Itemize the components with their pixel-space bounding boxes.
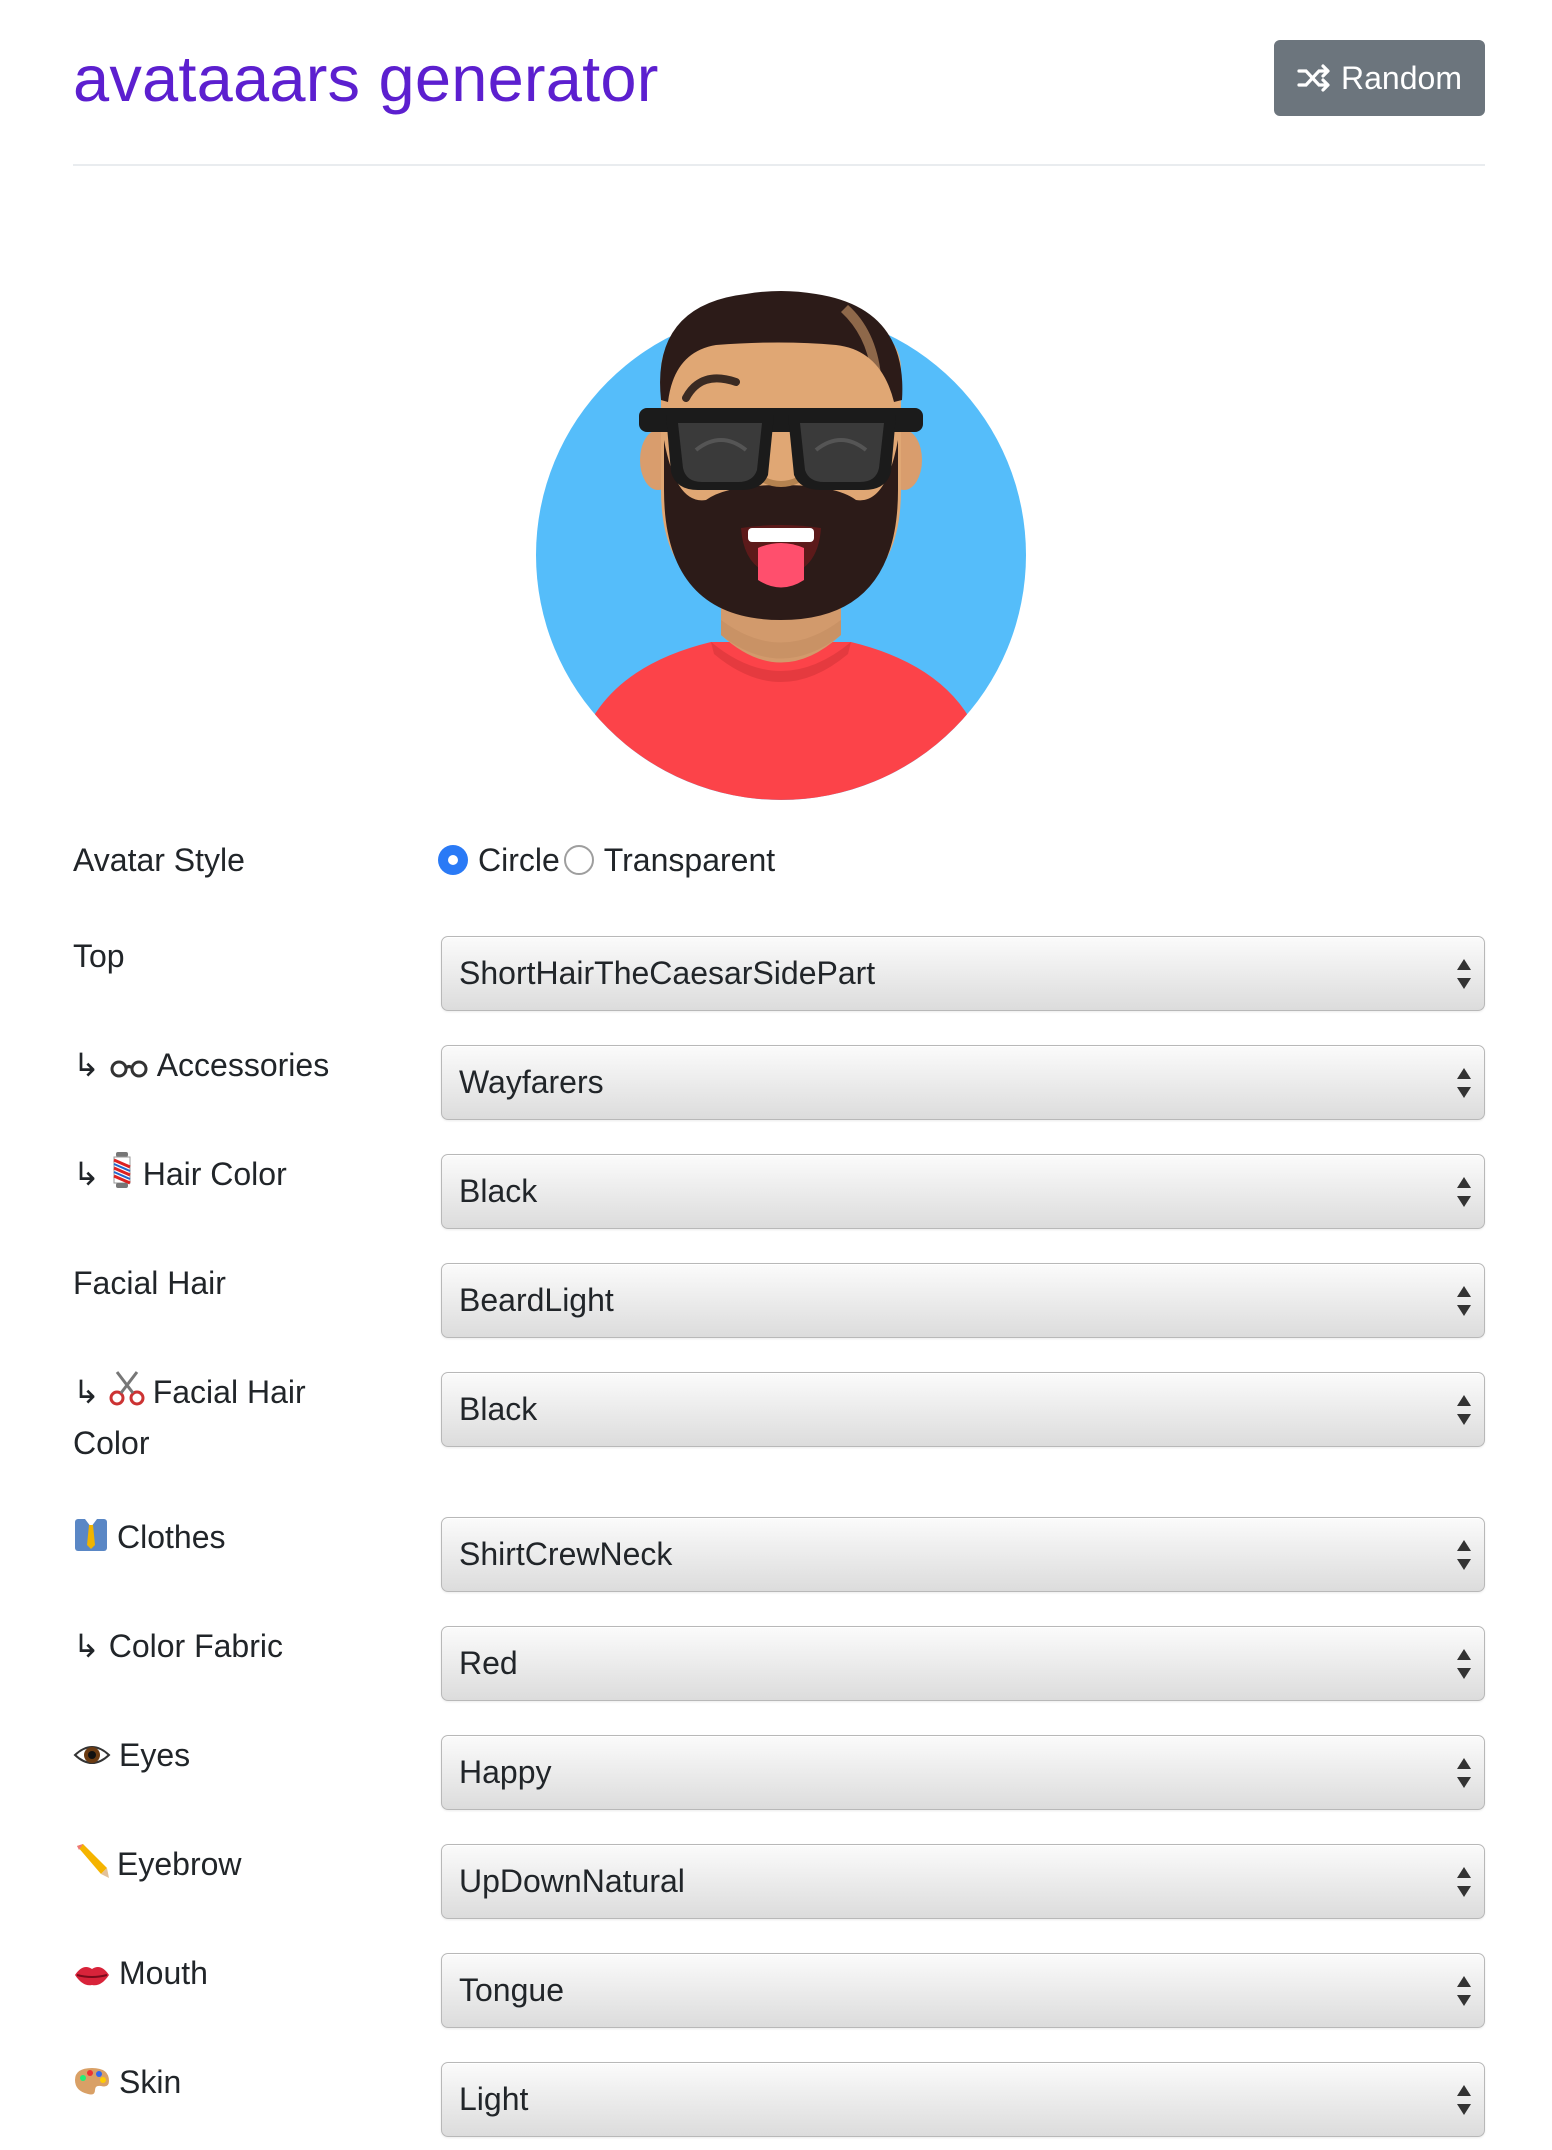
- facial-hair-select[interactable]: BeardLight: [441, 1263, 1485, 1338]
- select-arrows-icon: [1457, 1177, 1471, 1207]
- skin-label: Skin: [73, 2058, 393, 2109]
- scissors-icon: [109, 1370, 145, 1419]
- top-label: Top: [73, 938, 125, 974]
- shuffle-icon: [1297, 63, 1331, 93]
- clothes-select[interactable]: ShirtCrewNeck: [441, 1517, 1485, 1592]
- avatar-style-circle-radio[interactable]: Circle: [438, 842, 564, 879]
- avatar-tongue: [758, 543, 804, 588]
- sub-option-arrow: ↳: [73, 1628, 100, 1664]
- mouth-row: Mouth Tongue: [73, 1949, 1485, 2028]
- random-button[interactable]: Random: [1274, 40, 1485, 116]
- select-arrows-icon: [1457, 1068, 1471, 1098]
- top-select-value: ShortHairTheCaesarSidePart: [459, 955, 876, 991]
- necktie-icon: [73, 1515, 109, 1564]
- clothes-label: Clothes: [73, 1513, 393, 1564]
- select-arrows-icon: [1457, 959, 1471, 989]
- skin-select-value: Light: [459, 2081, 529, 2117]
- radio-unchecked-icon[interactable]: [563, 845, 594, 875]
- pencil-icon: [73, 1842, 109, 1891]
- hair-color-label: ↳ Hair Color: [73, 1150, 393, 1201]
- mouth-select-value: Tongue: [459, 1972, 564, 2008]
- page-header: avataaars generator Random: [73, 40, 1485, 166]
- top-select[interactable]: ShortHairTheCaesarSidePart: [441, 936, 1485, 1011]
- facial-hair-color-label: ↳ Facial Hair Color: [73, 1368, 373, 1467]
- facial-hair-select-value: BeardLight: [459, 1282, 614, 1318]
- skin-row: Skin Light: [73, 2058, 1485, 2137]
- clothes-row: Clothes ShirtCrewNeck: [73, 1513, 1485, 1592]
- accessories-row: ↳ Accessories Wayfarers: [73, 1041, 1485, 1120]
- eyebrow-row: Eyebrow UpDownNatural: [73, 1840, 1485, 1919]
- select-arrows-icon: [1457, 1867, 1471, 1897]
- clothes-label-text: Clothes: [117, 1519, 226, 1555]
- select-arrows-icon: [1457, 1758, 1471, 1788]
- lips-icon: [73, 1952, 111, 2000]
- facial-hair-color-row: ↳ Facial Hair Color Black: [73, 1368, 1485, 1468]
- color-fabric-label-text: Color Fabric: [108, 1628, 283, 1664]
- skin-label-text: Skin: [119, 2064, 182, 2100]
- select-arrows-icon: [1457, 1395, 1471, 1425]
- facial-hair-row: Facial Hair BeardLight: [73, 1259, 1485, 1338]
- select-arrows-icon: [1457, 2085, 1471, 2115]
- accessories-label-text: Accessories: [156, 1047, 330, 1083]
- mouth-select[interactable]: Tongue: [441, 1953, 1485, 2028]
- hair-color-select-value: Black: [459, 1173, 538, 1209]
- mouth-label-text: Mouth: [119, 1955, 208, 1991]
- color-fabric-label: ↳ Color Fabric: [73, 1622, 393, 1670]
- avatar-style-row: Avatar Style Circle Transparent: [73, 836, 1485, 884]
- eyebrow-select-value: UpDownNatural: [459, 1863, 685, 1899]
- avatar-style-transparent-radio[interactable]: Transparent: [563, 841, 779, 879]
- color-fabric-select[interactable]: Red: [441, 1626, 1485, 1701]
- radio-label-circle: Circle: [478, 841, 560, 878]
- clothes-select-value: ShirtCrewNeck: [459, 1536, 673, 1572]
- facial-hair-color-select[interactable]: Black: [441, 1372, 1485, 1447]
- color-fabric-select-value: Red: [459, 1645, 518, 1681]
- accessories-select-value: Wayfarers: [459, 1064, 604, 1100]
- avatar-style-label: Avatar Style: [73, 842, 245, 878]
- hair-color-label-text: Hair Color: [142, 1156, 287, 1192]
- accessories-label: ↳ Accessories: [73, 1041, 393, 1092]
- sub-option-arrow: ↳: [73, 1156, 100, 1192]
- eyes-label-text: Eyes: [119, 1737, 191, 1773]
- skin-select[interactable]: Light: [441, 2062, 1485, 2137]
- eyes-row: Eyes Happy: [73, 1731, 1485, 1810]
- top-row: Top ShortHairTheCaesarSidePart: [73, 932, 1485, 1011]
- eyebrow-label: Eyebrow: [73, 1840, 393, 1891]
- facial-hair-color-select-value: Black: [459, 1391, 538, 1427]
- facial-hair-label: Facial Hair: [73, 1265, 226, 1301]
- random-button-label: Random: [1341, 59, 1462, 96]
- select-arrows-icon: [1457, 1540, 1471, 1570]
- eyebrow-select[interactable]: UpDownNatural: [441, 1844, 1485, 1919]
- avatar-style-radio-group: Circle Transparent: [438, 836, 779, 884]
- palette-icon: [73, 2061, 111, 2109]
- sub-option-arrow: ↳: [73, 1047, 100, 1083]
- radio-label-transparent: Transparent: [603, 841, 776, 878]
- eyes-select-value: Happy: [459, 1754, 552, 1790]
- eye-icon: [73, 1734, 111, 1782]
- select-arrows-icon: [1457, 1649, 1471, 1679]
- hair-color-select[interactable]: Black: [441, 1154, 1485, 1229]
- eyes-label: Eyes: [73, 1731, 393, 1782]
- select-arrows-icon: [1457, 1976, 1471, 2006]
- select-arrows-icon: [1457, 1286, 1471, 1316]
- radio-checked-icon[interactable]: [438, 845, 468, 875]
- sub-option-arrow: ↳: [73, 1374, 100, 1410]
- avatar-preview: [536, 290, 1026, 800]
- mouth-label: Mouth: [73, 1949, 393, 2000]
- eyebrow-label-text: Eyebrow: [117, 1846, 242, 1882]
- page-title: avataaars generator: [73, 42, 659, 115]
- barber-pole-icon: [109, 1152, 135, 1201]
- glasses-icon: [109, 1044, 149, 1092]
- color-fabric-row: ↳ Color Fabric Red: [73, 1622, 1485, 1701]
- eyes-select[interactable]: Happy: [441, 1735, 1485, 1810]
- accessories-select[interactable]: Wayfarers: [441, 1045, 1485, 1120]
- hair-color-row: ↳ Hair Color Black: [73, 1150, 1485, 1229]
